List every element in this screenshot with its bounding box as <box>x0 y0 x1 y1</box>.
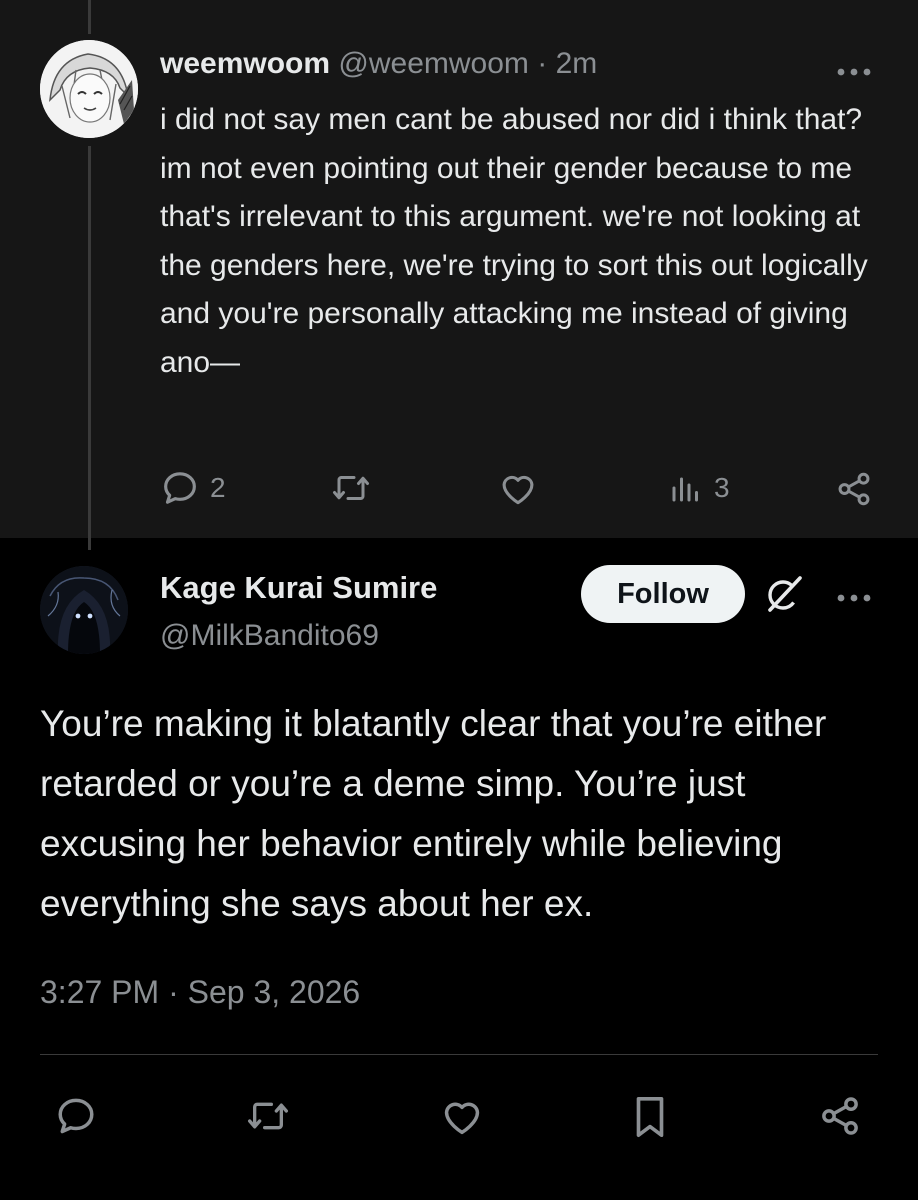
handle[interactable]: @MilkBandito69 <box>160 616 379 656</box>
display-name[interactable]: Kage Kurai Sumire <box>160 568 437 608</box>
like-button[interactable] <box>440 1096 484 1136</box>
more-horizontal-icon[interactable] <box>836 584 872 604</box>
grok-icon[interactable] <box>762 572 806 616</box>
follow-button[interactable]: Follow <box>581 565 745 623</box>
parent-tweet[interactable]: weemwoom @weemwoom · 2m i did not say me… <box>0 0 918 550</box>
share-button[interactable] <box>834 470 874 508</box>
heart-icon <box>444 1102 480 1135</box>
divider <box>40 1054 878 1055</box>
views-button[interactable]: 3 <box>668 470 730 506</box>
parent-tweet-header: weemwoom @weemwoom · 2m <box>160 44 597 84</box>
handle[interactable]: @weemwoom <box>338 47 529 80</box>
repost-icon <box>333 476 369 500</box>
reply-count: 2 <box>210 472 226 503</box>
hooded-figure-avatar-icon <box>40 566 128 654</box>
time-ago[interactable]: 2m <box>556 47 598 80</box>
reply-icon <box>164 472 196 504</box>
display-name[interactable]: weemwoom <box>160 47 330 80</box>
reply-button[interactable]: 2 <box>160 468 226 508</box>
reply-icon <box>58 1098 94 1134</box>
bar-chart-icon <box>672 477 698 502</box>
bookmark-button[interactable] <box>630 1094 670 1140</box>
parent-action-bar: 2 3 <box>0 466 918 510</box>
reply-button[interactable] <box>54 1094 98 1138</box>
heart-icon <box>502 475 534 505</box>
bookmark-icon <box>636 1096 664 1138</box>
tweet-text: You’re making it blatantly clear that yo… <box>40 703 827 924</box>
tweet-text: i did not say men cant be abused nor did… <box>160 103 868 379</box>
avatar[interactable] <box>40 566 128 654</box>
share-icon <box>838 472 870 506</box>
thread-line <box>88 0 91 34</box>
share-button[interactable] <box>818 1094 862 1138</box>
repost-button[interactable] <box>330 470 372 506</box>
avatar[interactable] <box>40 40 138 138</box>
timestamp[interactable]: 3:27 PM · Sep 3, 2026 <box>40 970 360 1014</box>
anime-avatar-icon <box>40 40 138 138</box>
separator: · <box>528 47 556 80</box>
share-icon <box>822 1097 858 1135</box>
like-button[interactable] <box>498 470 538 506</box>
more-horizontal-icon[interactable] <box>836 58 872 78</box>
views-count: 3 <box>714 472 730 503</box>
repost-icon <box>248 1102 288 1130</box>
repost-button[interactable] <box>244 1096 292 1136</box>
